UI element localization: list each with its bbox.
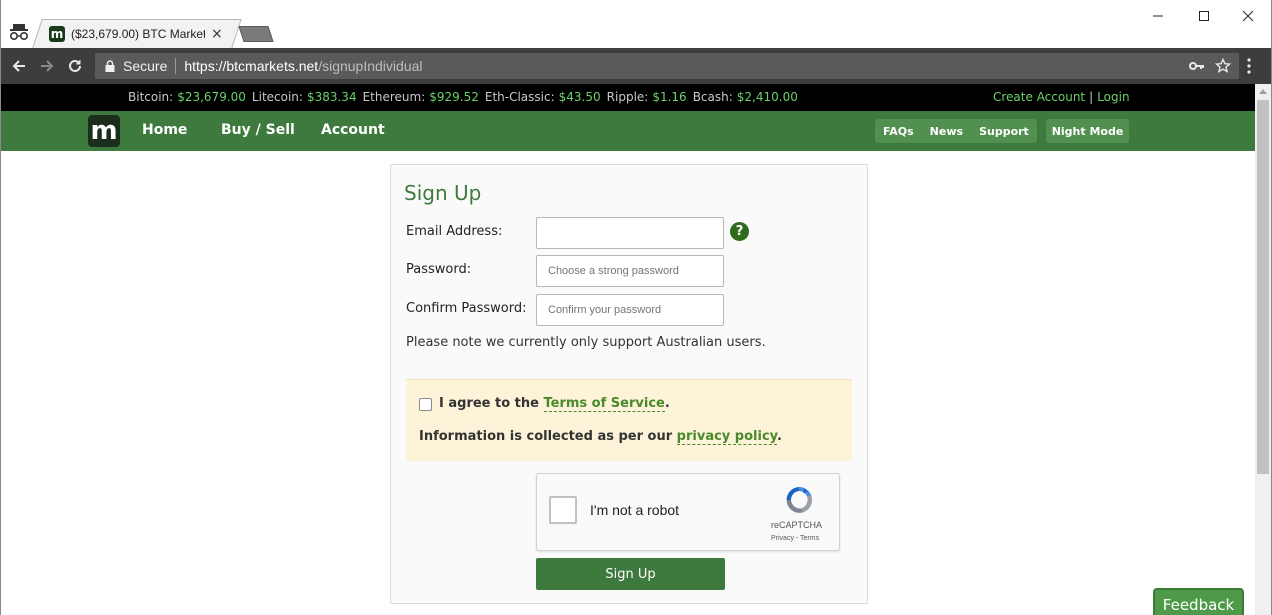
browser-window: m ($23,679.00) BTC Markets × Secure http… <box>0 0 1272 615</box>
info-suffix: . <box>776 429 782 444</box>
site-nav: m Home Buy / Sell Account FAQs News Supp… <box>1 111 1255 151</box>
page-scrollbar[interactable] <box>1255 84 1271 615</box>
password-field[interactable] <box>536 255 724 287</box>
feedback-button[interactable]: Feedback <box>1153 588 1244 615</box>
minimize-icon <box>1153 15 1163 17</box>
ticker-name: Bcash: <box>692 90 733 104</box>
secure-label: Secure <box>123 58 168 74</box>
site-logo[interactable]: m <box>88 115 120 147</box>
recaptcha-checkbox[interactable] <box>549 496 577 524</box>
star-icon[interactable] <box>1215 58 1231 74</box>
back-button[interactable] <box>9 56 29 76</box>
address-separator <box>175 58 177 74</box>
browser-toolbar: Secure https://btcmarkets.net /signupInd… <box>1 48 1271 84</box>
ticker-name: Ripple: <box>606 90 649 104</box>
minimize-button[interactable] <box>1135 4 1181 28</box>
key-icon[interactable] <box>1189 59 1205 73</box>
ticker-name: Bitcoin: <box>128 90 174 104</box>
agree-text: I agree to the Terms of Service. <box>439 396 670 412</box>
login-link[interactable]: Login <box>1097 90 1129 104</box>
privacy-link[interactable]: privacy policy <box>676 429 777 445</box>
create-account-link[interactable]: Create Account <box>993 90 1085 104</box>
ticker-name: Ethereum: <box>362 90 426 104</box>
reload-button[interactable] <box>65 56 85 76</box>
ticker-value: $929.52 <box>429 90 479 104</box>
links-separator: | <box>1089 90 1094 104</box>
ticker-items: Bitcoin: $23,679.00 Litecoin: $383.34 Et… <box>128 90 804 104</box>
favicon-icon: m <box>49 25 65 42</box>
terms-link[interactable]: Terms of Service <box>543 396 665 412</box>
agree-prefix: I agree to the <box>439 396 544 411</box>
email-label: Email Address: <box>406 224 503 239</box>
ticker-name: Eth-Classic: <box>484 90 555 104</box>
url-host: https://btcmarkets.net <box>184 58 319 74</box>
nav-home[interactable]: Home <box>142 122 187 138</box>
nav-account[interactable]: Account <box>321 122 385 138</box>
confirm-password-field[interactable] <box>536 294 724 326</box>
nav-faqs[interactable]: FAQs <box>875 125 922 138</box>
reload-icon <box>69 59 81 72</box>
incognito-icon <box>9 24 29 41</box>
recaptcha-widget: I'm not a robot reCAPTCHA Privacy - Term… <box>536 473 840 551</box>
forward-button[interactable] <box>37 56 57 76</box>
nav-news[interactable]: News <box>922 125 971 138</box>
recaptcha-brand: reCAPTCHA <box>771 520 823 530</box>
nav-support[interactable]: Support <box>971 125 1037 138</box>
arrow-left-icon <box>12 60 25 72</box>
ticker-name: Litecoin: <box>251 90 303 104</box>
tab-close-icon[interactable]: × <box>211 26 223 42</box>
region-note: Please note we currently only support Au… <box>406 335 766 350</box>
page-title: Sign Up <box>404 181 482 205</box>
night-mode-button[interactable]: Night Mode <box>1046 119 1129 143</box>
recaptcha-label: I'm not a robot <box>590 502 680 518</box>
maximize-icon <box>1199 11 1209 21</box>
lock-icon <box>105 60 115 72</box>
agree-checkbox[interactable] <box>419 398 432 411</box>
tab-title: ($23,679.00) BTC Markets <box>71 26 205 41</box>
signup-panel: Sign Up Email Address: ? Password: Confi… <box>390 164 868 604</box>
recaptcha-terms-link[interactable]: Privacy - Terms <box>771 535 819 542</box>
ticker-value: $43.50 <box>558 90 601 104</box>
ticker-value: $2,410.00 <box>736 90 798 104</box>
recaptcha-icon <box>786 486 813 513</box>
arrow-right-icon <box>41 60 54 72</box>
account-links: Create Account | Login <box>993 90 1130 104</box>
terms-notice: I agree to the Terms of Service. Informa… <box>406 379 852 461</box>
scrollbar-thumb[interactable] <box>1257 100 1269 474</box>
help-links: FAQs News Support <box>875 119 1037 143</box>
help-icon[interactable]: ? <box>730 222 749 241</box>
info-prefix: Information is collected as per our <box>419 429 677 444</box>
signup-button[interactable]: Sign Up <box>536 558 725 590</box>
ticker-value: $23,679.00 <box>177 90 246 104</box>
close-window-button[interactable] <box>1225 4 1271 28</box>
scroll-up-icon[interactable] <box>1259 88 1267 94</box>
tab-strip: m ($23,679.00) BTC Markets × <box>1 0 1271 48</box>
new-tab-button[interactable] <box>238 26 274 42</box>
url-path: /signupIndividual <box>318 58 423 74</box>
close-icon <box>1242 10 1254 22</box>
price-ticker: Bitcoin: $23,679.00 Litecoin: $383.34 Et… <box>1 84 1255 111</box>
nav-buy-sell[interactable]: Buy / Sell <box>221 122 295 138</box>
ticker-value: $383.34 <box>306 90 357 104</box>
address-bar[interactable]: Secure https://btcmarkets.net /signupInd… <box>95 53 1239 79</box>
menu-icon[interactable] <box>1247 58 1251 74</box>
maximize-button[interactable] <box>1181 4 1227 28</box>
ticker-value: $1.16 <box>652 90 687 104</box>
agree-suffix: . <box>664 396 670 411</box>
email-field[interactable] <box>536 217 724 249</box>
privacy-text: Information is collected as per our priv… <box>419 429 782 445</box>
confirm-password-label: Confirm Password: <box>406 301 527 316</box>
active-tab[interactable]: m ($23,679.00) BTC Markets × <box>49 19 233 48</box>
password-label: Password: <box>406 262 472 277</box>
